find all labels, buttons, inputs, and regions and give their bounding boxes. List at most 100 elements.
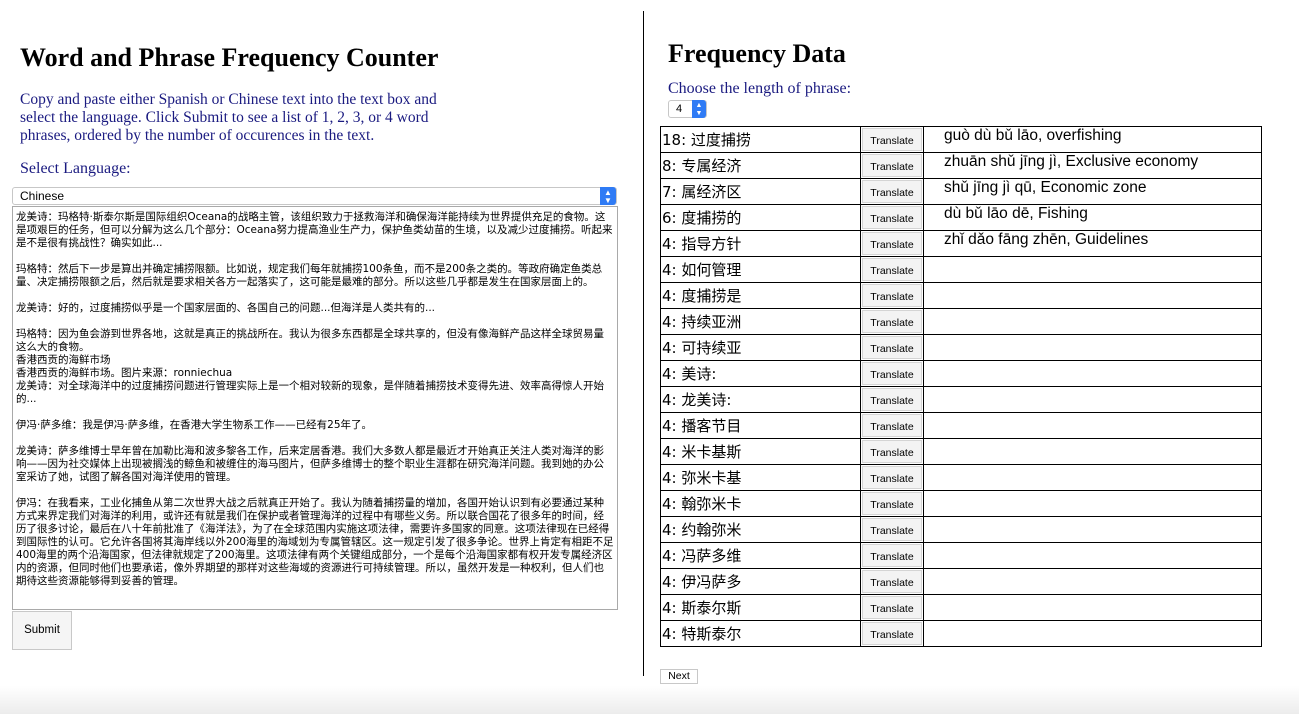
translate-cell: Translate xyxy=(860,542,924,569)
translate-cell: Translate xyxy=(860,360,924,387)
translate-button[interactable]: Translate xyxy=(862,518,922,541)
translate-button[interactable]: Translate xyxy=(862,284,922,307)
translation-cell xyxy=(923,490,1262,517)
translation-cell xyxy=(923,438,1262,465)
phrase-length-select[interactable]: 4 ▲ ▼ xyxy=(668,100,707,118)
frequency-panel: Frequency Data Choose the length of phra… xyxy=(644,0,1299,714)
translation-cell xyxy=(923,464,1262,491)
phrase-count-cell: 4: 伊冯萨多 xyxy=(660,568,861,595)
select-arrows-icon: ▲ ▼ xyxy=(600,187,616,205)
translation-cell xyxy=(923,282,1262,309)
table-row: 4: 美诗: Translate xyxy=(660,360,1262,387)
language-label: Select Language: xyxy=(20,160,131,177)
translate-button[interactable]: Translate xyxy=(862,466,922,489)
table-row: 4: 冯萨多维 Translate xyxy=(660,542,1262,569)
translate-button[interactable]: Translate xyxy=(862,440,922,463)
translate-cell: Translate xyxy=(860,594,924,621)
translate-cell: Translate xyxy=(860,230,924,257)
translate-button[interactable]: Translate xyxy=(862,232,922,255)
translate-cell: Translate xyxy=(860,282,924,309)
table-row: 4: 米卡基斯 Translate xyxy=(660,438,1262,465)
table-row: 18: 过度捕捞 Translate guò dù bǔ lāo, overfish… xyxy=(660,126,1262,153)
translation-cell: shǔ jīng jì qū, Economic zone xyxy=(923,178,1262,205)
phrase-count-cell: 4: 指导方针 xyxy=(660,230,861,257)
frequency-title: Frequency Data xyxy=(668,39,846,68)
translation-cell xyxy=(923,334,1262,361)
table-row: 4: 弥米卡基 Translate xyxy=(660,464,1262,491)
phrase-count-cell: 4: 斯泰尔斯 xyxy=(660,594,861,621)
table-row: 4: 约翰弥米 Translate xyxy=(660,516,1262,543)
table-row: 4: 龙美诗: Translate xyxy=(660,386,1262,413)
translate-button[interactable]: Translate xyxy=(862,544,922,567)
translation-cell xyxy=(923,256,1262,283)
translate-button[interactable]: Translate xyxy=(862,414,922,437)
translate-button[interactable]: Translate xyxy=(862,258,922,281)
phrase-count-cell: 4: 弥米卡基 xyxy=(660,464,861,491)
table-row: 4: 可持续亚 Translate xyxy=(660,334,1262,361)
phrase-count-cell: 4: 特斯泰尔 xyxy=(660,620,861,647)
translate-button[interactable]: Translate xyxy=(862,570,922,593)
translate-button[interactable]: Translate xyxy=(862,492,922,515)
translation-cell: dù bǔ lāo dē, Fishing xyxy=(923,204,1262,231)
frequency-table: 18: 过度捕捞 Translate guò dù bǔ lāo, overfish… xyxy=(660,126,1262,647)
translation-cell xyxy=(923,412,1262,439)
phrase-count-cell: 6: 度捕捞的 xyxy=(660,204,861,231)
phrase-count-cell: 4: 翰弥米卡 xyxy=(660,490,861,517)
translation-cell: guò dù bǔ lāo, overfishing xyxy=(923,126,1262,153)
table-row: 4: 播客节目 Translate xyxy=(660,412,1262,439)
translate-cell: Translate xyxy=(860,386,924,413)
table-row: 8: 专属经济 Translate zhuān shǔ jīng jì, Exclu… xyxy=(660,152,1262,179)
phrase-count-cell: 4: 龙美诗: xyxy=(660,386,861,413)
translate-button[interactable]: Translate xyxy=(862,388,922,411)
translate-button[interactable]: Translate xyxy=(862,206,922,229)
translate-cell: Translate xyxy=(860,178,924,205)
table-row: 4: 伊冯萨多 Translate xyxy=(660,568,1262,595)
table-row: 4: 度捕捞是 Translate xyxy=(660,282,1262,309)
translate-cell: Translate xyxy=(860,126,924,153)
phrase-count-cell: 7: 属经济区 xyxy=(660,178,861,205)
translation-cell xyxy=(923,308,1262,335)
table-row: 4: 指导方针 Translate zhǐ dǎo fāng zhēn, Guide… xyxy=(660,230,1262,257)
phrase-count-cell: 4: 冯萨多维 xyxy=(660,542,861,569)
translate-cell: Translate xyxy=(860,152,924,179)
phrase-count-cell: 4: 持续亚洲 xyxy=(660,308,861,335)
phrase-count-cell: 4: 度捕捞是 xyxy=(660,282,861,309)
select-arrows-icon: ▲ ▼ xyxy=(692,100,706,118)
phrase-count-cell: 4: 约翰弥米 xyxy=(660,516,861,543)
phrase-count-cell: 4: 如何管理 xyxy=(660,256,861,283)
translate-button[interactable]: Translate xyxy=(862,310,922,333)
translate-button[interactable]: Translate xyxy=(862,596,922,619)
translate-button[interactable]: Translate xyxy=(862,180,922,203)
translate-button[interactable]: Translate xyxy=(862,336,922,359)
translate-button[interactable]: Translate xyxy=(862,622,922,645)
phrase-length-value: 4 xyxy=(676,103,683,115)
phrase-count-cell: 4: 播客节目 xyxy=(660,412,861,439)
source-text-input[interactable]: 龙美诗：玛格特·斯泰尔斯是国际组织Oceana的战略主管，该组织致力于拯救海洋和… xyxy=(12,206,618,610)
phrase-count-cell: 4: 美诗: xyxy=(660,360,861,387)
phrase-length-label: Choose the length of phrase: xyxy=(668,80,852,97)
translate-cell: Translate xyxy=(860,568,924,595)
translation-cell xyxy=(923,360,1262,387)
translation-cell xyxy=(923,620,1262,647)
table-row: 7: 属经济区 Translate shǔ jīng jì qū, Economic… xyxy=(660,178,1262,205)
next-page-button[interactable]: Next xyxy=(660,669,698,684)
phrase-count-cell: 8: 专属经济 xyxy=(660,152,861,179)
translate-cell: Translate xyxy=(860,620,924,647)
translation-cell: zhǐ dǎo fāng zhēn, Guidelines xyxy=(923,230,1262,257)
translate-cell: Translate xyxy=(860,412,924,439)
input-panel: Word and Phrase Frequency Counter Copy a… xyxy=(0,0,643,714)
translate-button[interactable]: Translate xyxy=(862,128,922,151)
translate-button[interactable]: Translate xyxy=(862,154,922,177)
translate-cell: Translate xyxy=(860,204,924,231)
translate-button[interactable]: Translate xyxy=(862,362,922,385)
translate-cell: Translate xyxy=(860,334,924,361)
language-select[interactable]: Chinese ▲ ▼ xyxy=(12,187,617,205)
translate-cell: Translate xyxy=(860,516,924,543)
translation-cell: zhuān shǔ jīng jì, Exclusive economy xyxy=(923,152,1262,179)
table-row: 4: 斯泰尔斯 Translate xyxy=(660,594,1262,621)
submit-button[interactable]: Submit xyxy=(12,611,72,650)
phrase-count-cell: 18: 过度捕捞 xyxy=(660,126,861,153)
translation-cell xyxy=(923,386,1262,413)
translation-cell xyxy=(923,594,1262,621)
translation-cell xyxy=(923,542,1262,569)
